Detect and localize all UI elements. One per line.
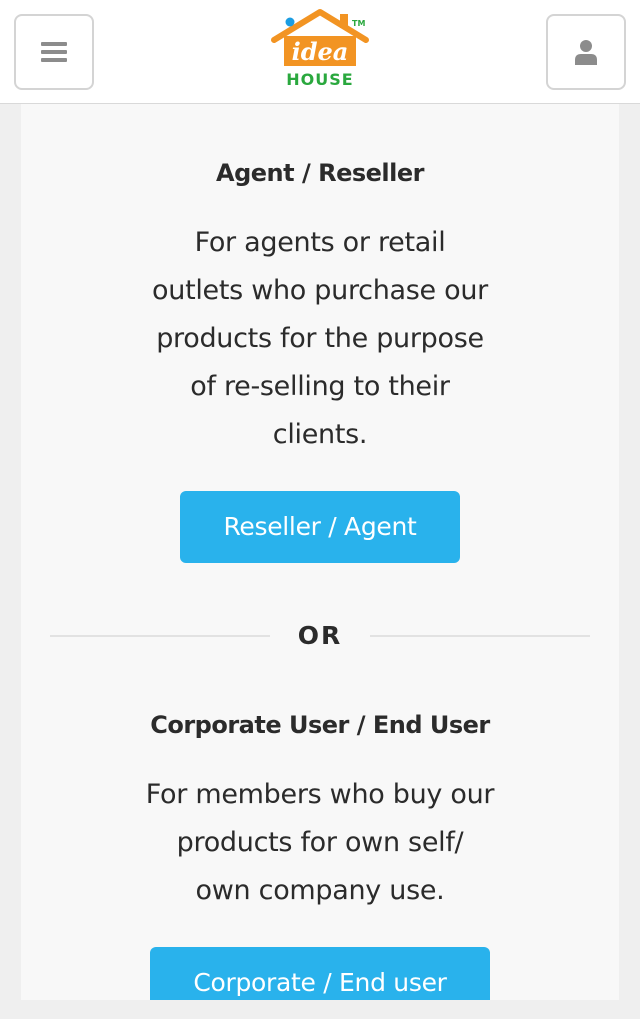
description-line: own company use. <box>195 875 445 906</box>
logo-house-text: HOUSE <box>286 70 354 89</box>
svg-text:idea: idea <box>292 37 349 66</box>
reseller-title: Agent / Reseller <box>216 159 424 187</box>
idea-house-logo[interactable]: idea TM HOUSE <box>268 8 372 88</box>
description-line: clients. <box>272 419 368 450</box>
top-header: idea TM HOUSE <box>0 0 640 104</box>
description-line: products for the purpose <box>156 323 484 354</box>
corporate-description: For members who buy our products for own… <box>110 771 530 915</box>
menu-button[interactable] <box>14 14 94 90</box>
hamburger-menu-icon <box>41 42 67 62</box>
corporate-end-user-button[interactable]: Corporate / End user <box>150 947 490 1000</box>
description-line: For members who buy our <box>145 779 495 810</box>
or-separator: OR <box>297 621 343 650</box>
corporate-title: Corporate User / End User <box>150 711 490 739</box>
description-line: of re-selling to their <box>190 371 450 402</box>
registration-type-panel: Agent / Reseller For agents or retail ou… <box>21 104 619 1000</box>
description-line: For agents or retail <box>194 227 446 258</box>
description-line: outlets who purchase our <box>152 275 488 306</box>
reseller-description: For agents or retail outlets who purchas… <box>120 219 520 459</box>
divider-right <box>370 635 590 637</box>
user-account-button[interactable] <box>546 14 626 90</box>
user-icon <box>575 40 597 65</box>
reseller-agent-button[interactable]: Reseller / Agent <box>180 491 460 563</box>
description-line: products for own self/ <box>176 827 464 858</box>
divider-left <box>50 635 270 637</box>
house-logo-icon: idea <box>271 9 369 66</box>
logo-trademark: TM <box>352 19 366 28</box>
